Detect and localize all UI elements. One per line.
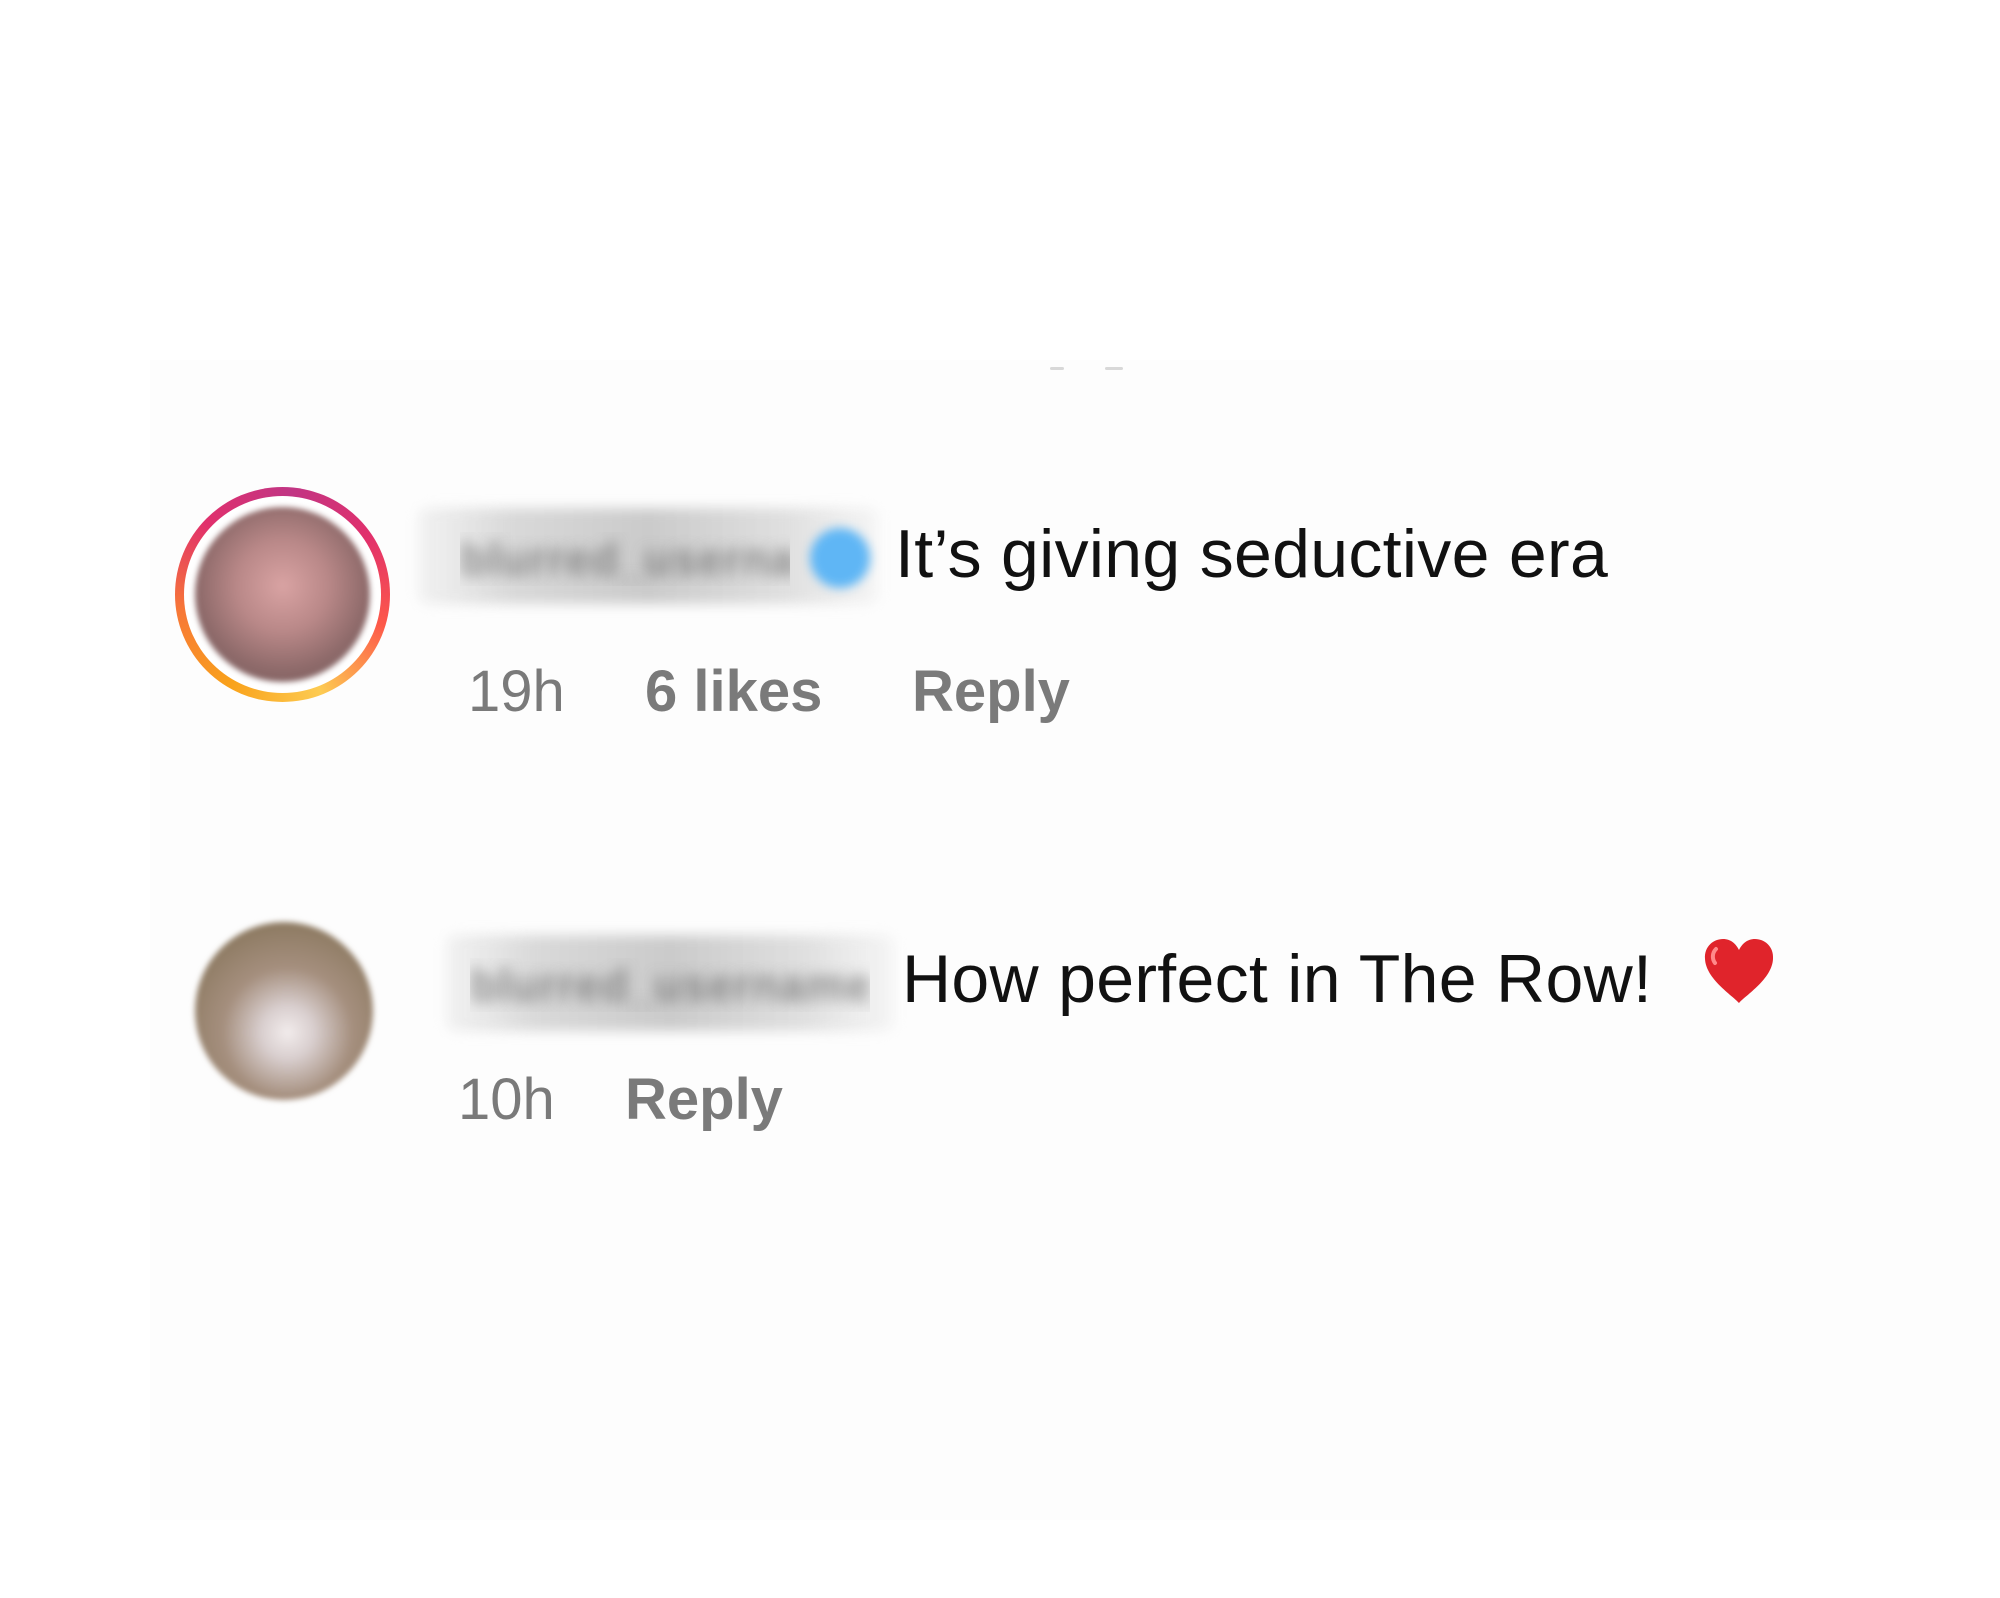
verified-badge-icon xyxy=(810,528,870,588)
comment-text: How perfect in The Row! xyxy=(902,941,1653,1017)
heart-icon xyxy=(1704,939,1774,1003)
avatar xyxy=(195,922,373,1100)
comment-timestamp: 19h xyxy=(468,659,565,724)
avatar xyxy=(195,507,370,682)
comment-text: It’s giving seductive era xyxy=(895,516,1609,592)
username[interactable]: blurred_username_one xyxy=(460,532,790,586)
stray-mark xyxy=(1105,367,1123,370)
story-ring-avatar[interactable] xyxy=(175,487,390,702)
likes-count[interactable]: 6 likes xyxy=(645,658,822,725)
comments-screenshot: blurred_username_one It’s giving seducti… xyxy=(0,0,2000,1598)
avatar-wrap[interactable] xyxy=(195,922,373,1100)
reply-button[interactable]: Reply xyxy=(625,1066,783,1133)
comment-timestamp: 10h xyxy=(458,1067,555,1132)
stray-mark xyxy=(1050,367,1064,370)
reply-button[interactable]: Reply xyxy=(912,658,1070,725)
username[interactable]: blurred_username_two xyxy=(470,958,870,1012)
